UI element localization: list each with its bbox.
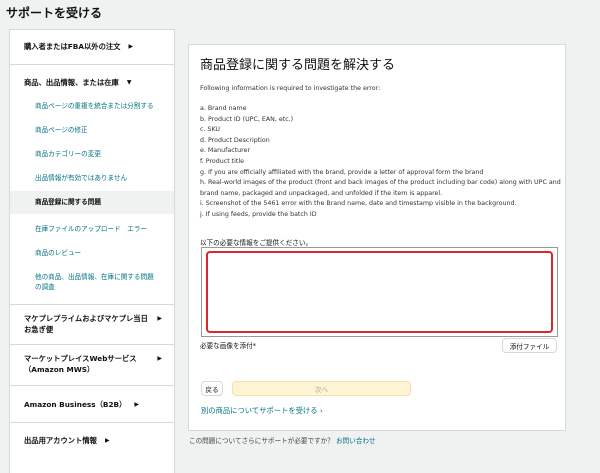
divider xyxy=(10,422,174,424)
sidebar-category-label: マーケットプレイスWebサービス（Amazon MWS） xyxy=(24,354,137,375)
contact-link[interactable]: お問い合わせ xyxy=(336,437,376,445)
caret-down-icon: ▼ xyxy=(126,79,132,87)
sidebar-item-product-review[interactable]: 商品のレビュー xyxy=(10,248,174,258)
list-item: i. Screenshot of the 5461 error with the… xyxy=(200,200,517,208)
sidebar-nav: 購入者またはFBA以外の注文 ▶ 商品、出品情報、または在庫 ▼ 商品ページの重… xyxy=(9,29,175,473)
textarea-frame xyxy=(201,247,558,337)
sidebar-category-product[interactable]: 商品、出品情報、または在庫 ▼ xyxy=(10,77,174,88)
list-item: c. SKU xyxy=(200,126,221,134)
caret-right-icon: ▶ xyxy=(134,400,140,408)
list-item: h. Real-world images of the product (fro… xyxy=(200,179,561,197)
sidebar-category-prime[interactable]: マケプレプライムおよびマケプレ当日お急ぎ便 ▶ xyxy=(10,313,174,336)
sidebar-category-label: Amazon Business（B2B） xyxy=(24,399,127,409)
support-panel: 商品登録に関する問題を解決する Following information is… xyxy=(188,44,566,431)
sidebar-item-merge-pages[interactable]: 商品ページの重複を統合または分割する xyxy=(10,101,174,111)
sidebar-category-account[interactable]: 出品用アカウント情報 ▶ xyxy=(10,435,174,446)
info-intro: Following information is required to inv… xyxy=(200,85,381,92)
list-item: b. Product ID (UPC, EAN, etc.) xyxy=(200,115,294,123)
list-item: a. Brand name xyxy=(200,105,247,112)
sidebar-category-label: 商品、出品情報、または在庫 xyxy=(24,78,119,88)
caret-right-icon: ▶ xyxy=(157,355,162,363)
sidebar-item-fix-page[interactable]: 商品ページの修正 xyxy=(10,125,174,135)
caret-right-icon: ▶ xyxy=(128,43,134,50)
sidebar-category-b2b[interactable]: Amazon Business（B2B） ▶ xyxy=(10,399,174,410)
required-info-list: a. Brand name b. Product ID (UPC, EAN, e… xyxy=(200,104,562,221)
list-item: f. Product title xyxy=(200,157,244,165)
bottom-help: この問題についてさらにサポートが必要ですか？ お問い合わせ xyxy=(189,435,376,445)
other-product-support-link[interactable]: 別の商品についてサポートを受ける › xyxy=(201,406,323,416)
divider xyxy=(10,303,174,305)
caret-right-icon: ▶ xyxy=(104,437,110,445)
sidebar-item-listing-inactive[interactable]: 出品情報が有効ではありません xyxy=(10,173,174,183)
next-button[interactable]: 次へ xyxy=(232,381,411,396)
sidebar-category-buyer[interactable]: 購入者またはFBA以外の注文 ▶ xyxy=(10,41,174,52)
divider xyxy=(10,384,174,386)
divider xyxy=(10,64,174,66)
panel-title: 商品登録に関する問題を解決する xyxy=(200,58,396,73)
sidebar-item-product-registration[interactable]: 商品登録に関する問題 xyxy=(10,191,174,214)
sidebar-item-change-category[interactable]: 商品カテゴリーの変更 xyxy=(10,149,174,159)
list-item: j. If using feeds, provide the batch ID xyxy=(200,210,317,218)
list-item: e. Manufacturer xyxy=(200,147,251,155)
back-button[interactable]: 戻る xyxy=(201,381,223,396)
sidebar-item-other-investigation[interactable]: 他の商品、出品情報、在庫に関する問題の調査 xyxy=(10,272,174,292)
list-item: d. Product Description xyxy=(200,136,270,144)
caret-right-icon: ▶ xyxy=(157,314,162,322)
divider xyxy=(10,344,174,346)
details-textarea[interactable] xyxy=(206,251,553,333)
attach-images-label: 必要な画像を添付* xyxy=(200,342,257,350)
sidebar-category-label: 出品用アカウント情報 xyxy=(24,436,97,446)
list-item: g. If you are officially affiliated with… xyxy=(200,168,484,176)
info-prompt: 以下の必要な情報をご提供ください。 xyxy=(200,239,313,247)
sidebar-category-mws[interactable]: マーケットプレイスWebサービス（Amazon MWS） ▶ xyxy=(10,353,174,376)
sidebar-category-label: マケプレプライムおよびマケプレ当日お急ぎ便 xyxy=(24,313,148,334)
attach-file-button[interactable]: 添付ファイル xyxy=(502,338,557,353)
help-text: この問題についてさらにサポートが必要ですか？ xyxy=(189,437,334,445)
sidebar-category-label: 購入者またはFBA以外の注文 xyxy=(24,42,121,51)
page-title: サポートを受ける xyxy=(6,6,103,20)
sidebar-item-inventory-upload-error[interactable]: 在庫ファイルのアップロード エラー xyxy=(10,224,174,234)
